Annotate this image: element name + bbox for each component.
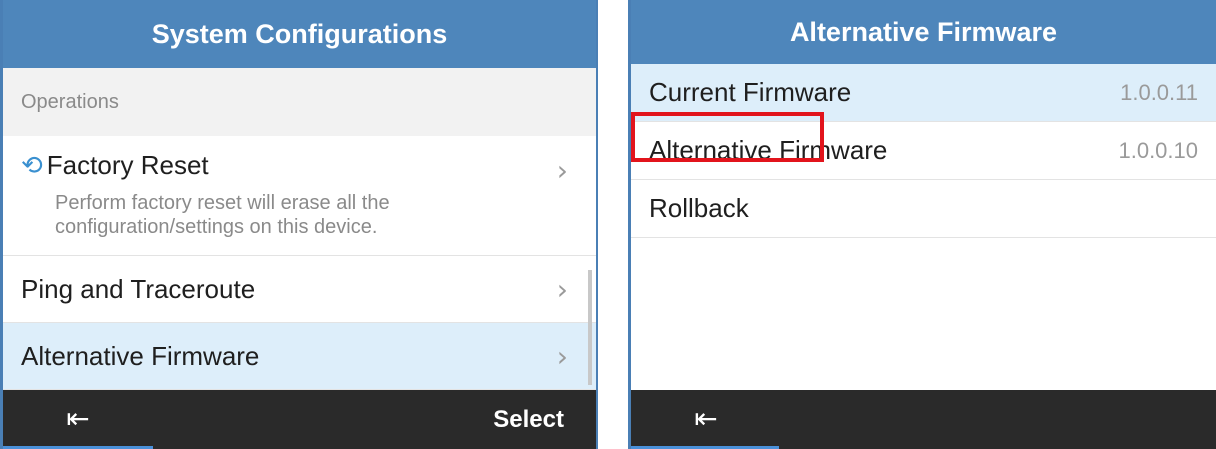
ping-traceroute-label: Ping and Traceroute: [21, 273, 256, 304]
alternative-firmware-label: Alternative Firmware: [649, 135, 888, 165]
chevron-right-icon: ›: [556, 339, 568, 373]
alternative-firmware-label: Alternative Firmware: [21, 340, 260, 371]
current-firmware-label: Current Firmware: [649, 77, 852, 107]
chevron-right-icon: ›: [556, 154, 568, 187]
rollback-label: Rollback: [649, 193, 749, 223]
rollback-item[interactable]: Rollback: [631, 180, 1216, 238]
factory-reset-description: Perform factory reset will erase all the…: [55, 192, 390, 238]
exit-icon: ⇤: [66, 401, 90, 435]
softkey-bar: ⇤: [631, 390, 1216, 449]
alternative-firmware-version-item[interactable]: Alternative Firmware 1.0.0.10: [631, 122, 1216, 180]
system-configurations-screen: System Configurations Operations ⟲ Facto…: [0, 0, 598, 449]
select-button[interactable]: Select: [493, 390, 564, 449]
section-header-operations: Operations: [3, 68, 596, 136]
exit-button[interactable]: ⇤: [3, 390, 153, 446]
alternative-firmware-item[interactable]: Alternative Firmware ›: [3, 323, 596, 390]
current-firmware-item[interactable]: Current Firmware 1.0.0.11: [631, 64, 1216, 122]
factory-reset-label: Factory Reset: [46, 150, 209, 180]
reset-icon: ⟲: [21, 150, 43, 181]
alternative-firmware-value: 1.0.0.10: [1118, 137, 1198, 163]
scrollbar[interactable]: [588, 270, 592, 385]
page-title: System Configurations: [3, 0, 596, 68]
exit-button[interactable]: ⇤: [631, 390, 781, 446]
softkey-bar: ⇤ Select: [3, 390, 596, 449]
chevron-right-icon: ›: [556, 272, 568, 306]
page-title: Alternative Firmware: [631, 0, 1216, 64]
ping-traceroute-item[interactable]: Ping and Traceroute ›: [3, 256, 596, 323]
current-firmware-value: 1.0.0.11: [1120, 79, 1198, 105]
alternative-firmware-screen: Alternative Firmware Current Firmware 1.…: [628, 0, 1216, 449]
factory-reset-item[interactable]: ⟲ Factory Reset Perform factory reset wi…: [3, 136, 596, 256]
exit-icon: ⇤: [694, 401, 718, 435]
